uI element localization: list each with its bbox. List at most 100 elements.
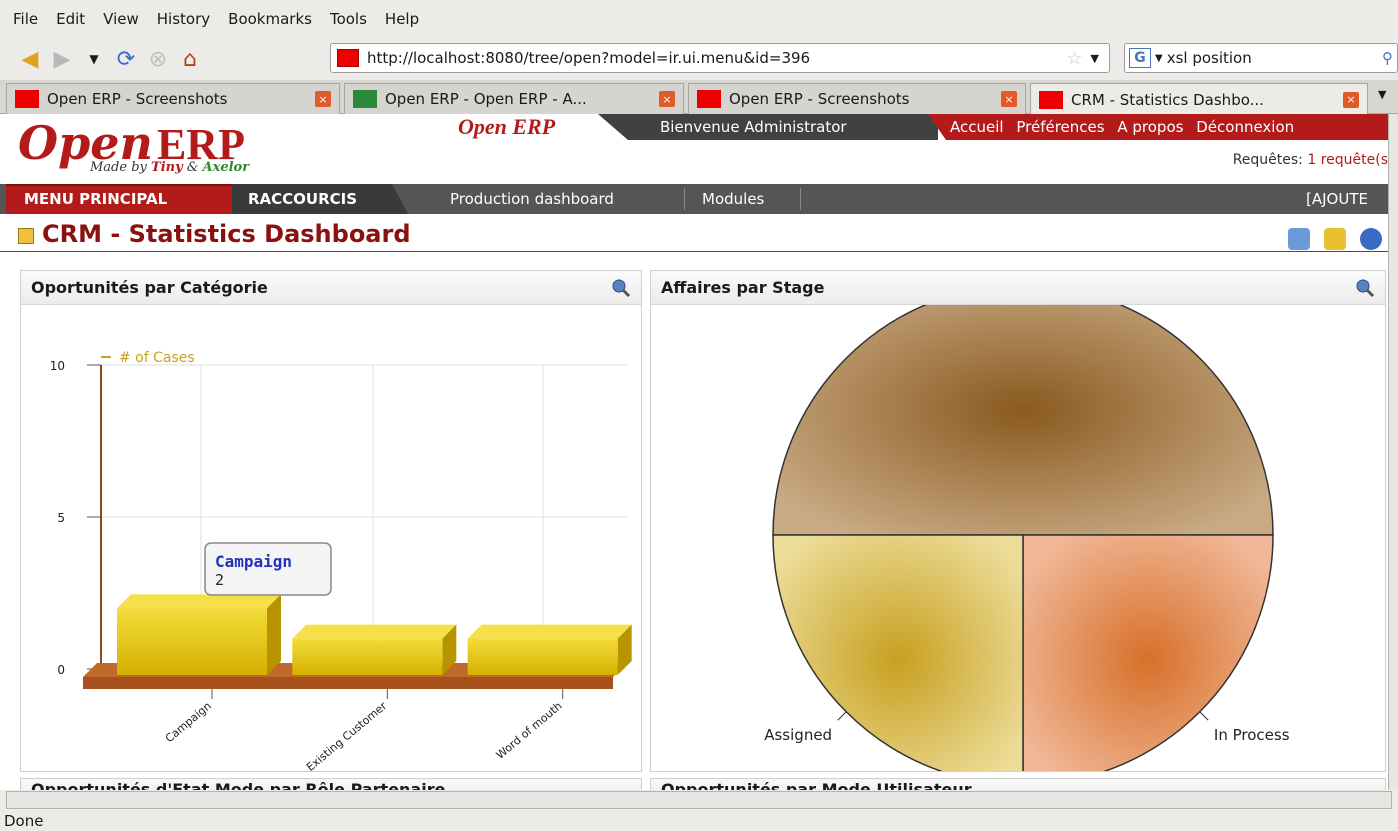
- panel-opportunities-by-category: Oportunités par Catégorie 0 5 10 # of Cases…: [20, 270, 642, 774]
- zoom-icon[interactable]: [1355, 278, 1375, 298]
- requests-label: Requêtes:: [1232, 152, 1308, 168]
- menu-divider: [800, 188, 801, 210]
- requests-info: Requêtes: 1 requête(s: [1233, 152, 1388, 168]
- zoom-icon[interactable]: [611, 278, 631, 298]
- bar: [292, 638, 443, 675]
- search-box[interactable]: G ▼ xsl position ⚲: [1124, 43, 1398, 73]
- menu-history[interactable]: History: [148, 10, 219, 28]
- panel-title: Opportunités par Mode Utilisateur: [661, 780, 972, 790]
- tab-label: CRM - Statistics Dashbo...: [1071, 90, 1264, 109]
- warning-icon[interactable]: [1324, 228, 1346, 250]
- search-engine-dropdown-icon[interactable]: ▼: [1155, 53, 1163, 64]
- chart-base-front: [83, 677, 613, 689]
- tab-close-icon[interactable]: ×: [315, 91, 331, 107]
- horizontal-scrollbar[interactable]: [6, 791, 1392, 809]
- url-dropdown-icon[interactable]: ▼: [1091, 52, 1099, 65]
- title-actions: [1288, 228, 1382, 250]
- chart-tooltip: Campaign2: [204, 542, 332, 596]
- openerp-header: OpenERP Made by Tiny & Axelor Open ERP B…: [0, 114, 1388, 182]
- panel-header: Affaires par Stage: [651, 271, 1385, 305]
- url-text[interactable]: http://localhost:8080/tree/open?model=ir…: [367, 49, 1066, 67]
- panel-bottom-left: Opportunités d'Etat Mode par Rôle Parten…: [20, 778, 642, 790]
- menu-edit[interactable]: Edit: [47, 10, 94, 28]
- bookmark-star-icon[interactable]: ☆: [1066, 48, 1082, 69]
- x-tick-label: Word of mouth: [494, 699, 565, 761]
- panel-bottom-right: Opportunités par Mode Utilisateur: [650, 778, 1386, 790]
- panel-header: Oportunités par Catégorie: [21, 271, 641, 305]
- top-links: Accueil Préférences A propos Déconnexion: [950, 114, 1302, 140]
- pie-label: Assigned: [764, 726, 832, 744]
- tab-4-active[interactable]: CRM - Statistics Dashbo... ×: [1030, 83, 1368, 115]
- add-shortcut-link[interactable]: [AJOUTE: [1306, 184, 1368, 214]
- link-accueil[interactable]: Accueil: [950, 118, 1004, 136]
- tab-label: Open ERP - Screenshots: [729, 90, 910, 108]
- pie-label: In Process: [1214, 726, 1290, 744]
- search-input[interactable]: xsl position: [1167, 49, 1252, 67]
- shortcut-production-dashboard[interactable]: Production dashboard: [450, 184, 614, 214]
- tab-2[interactable]: Open ERP - Open ERP - A... ×: [344, 83, 684, 114]
- openerp-logo[interactable]: OpenERP Made by Tiny & Axelor: [18, 116, 249, 175]
- menu-divider: [684, 188, 685, 210]
- bar-side: [267, 594, 281, 675]
- pie-chart: NewIn ProcessAssigned: [764, 247, 1290, 786]
- panel-header: Opportunités par Mode Utilisateur: [651, 779, 1385, 790]
- tab-list-icon[interactable]: ▼: [1378, 88, 1386, 101]
- tab-favicon-icon: [353, 90, 377, 108]
- menu-bookmarks[interactable]: Bookmarks: [219, 10, 321, 28]
- tab-1[interactable]: Open ERP - Screenshots ×: [6, 83, 340, 114]
- pie-slice: [772, 284, 1274, 536]
- main-menu-bar: MENU PRINCIPAL RACCOURCIS Production das…: [0, 184, 1388, 214]
- site-favicon-icon: [337, 49, 359, 67]
- search-icon[interactable]: ⚲: [1382, 49, 1393, 67]
- search-engine-icon[interactable]: G: [1129, 48, 1151, 68]
- back-icon[interactable]: ◀: [14, 44, 46, 74]
- tooltip-value: 2: [215, 571, 224, 589]
- tab-close-icon[interactable]: ×: [1001, 91, 1017, 107]
- edit-note-icon: [18, 228, 34, 244]
- help-icon[interactable]: [1360, 228, 1382, 250]
- bar: [117, 608, 267, 675]
- forward-icon[interactable]: ▶: [46, 44, 78, 74]
- panel-title: Oportunités par Catégorie: [31, 278, 268, 297]
- bar-chart: 0 5 10 # of Cases Campaign Existing Customer W…: [50, 350, 632, 774]
- menu-file[interactable]: File: [4, 10, 47, 28]
- shortcuts-label[interactable]: RACCOURCIS: [248, 184, 357, 214]
- menu-tools[interactable]: Tools: [321, 10, 376, 28]
- tab-label: Open ERP - Open ERP - A...: [385, 90, 587, 108]
- panel-title: Affaires par Stage: [661, 278, 825, 297]
- tab-3[interactable]: Open ERP - Screenshots ×: [688, 83, 1026, 114]
- pie-label-tick: [1199, 711, 1209, 721]
- menu-view[interactable]: View: [94, 10, 148, 28]
- small-logo: Open ERP: [458, 114, 556, 139]
- navigation-toolbar: ◀ ▶ ▼ ⟳ ⊗ ⌂ http://localhost:8080/tree/o…: [0, 38, 1398, 80]
- y-tick-label: 10: [50, 359, 65, 373]
- welcome-text: Bienvenue Administrator: [660, 118, 847, 136]
- reload-icon[interactable]: ⟳: [110, 44, 142, 74]
- shortcut-modules[interactable]: Modules: [702, 184, 764, 214]
- link-a-propos[interactable]: A propos: [1117, 118, 1183, 136]
- address-bar[interactable]: http://localhost:8080/tree/open?model=ir…: [330, 43, 1110, 73]
- pie-label-tick: [837, 711, 847, 721]
- link-deconnexion[interactable]: Déconnexion: [1196, 118, 1294, 136]
- screen-icon[interactable]: [1288, 228, 1310, 250]
- logo-tagline: Made by Tiny & Axelor: [90, 160, 250, 175]
- link-preferences[interactable]: Préférences: [1016, 118, 1104, 136]
- main-menu-link[interactable]: MENU PRINCIPAL: [24, 184, 167, 214]
- tab-label: Open ERP - Screenshots: [47, 90, 228, 108]
- menu-help[interactable]: Help: [376, 10, 428, 28]
- page-content: OpenERP Made by Tiny & Axelor Open ERP B…: [0, 114, 1388, 790]
- tooltip-label: Campaign: [215, 552, 292, 571]
- panel-header: Opportunités d'Etat Mode par Rôle Parten…: [21, 779, 641, 790]
- stop-icon[interactable]: ⊗: [142, 44, 174, 74]
- requests-link[interactable]: 1 requête(s: [1307, 152, 1388, 168]
- page-title: CRM - Statistics Dashboard: [42, 220, 411, 248]
- panel-title: Opportunités d'Etat Mode par Rôle Parten…: [31, 780, 446, 790]
- tab-favicon-icon: [697, 90, 721, 108]
- tab-close-icon[interactable]: ×: [1343, 91, 1359, 108]
- history-dropdown-icon[interactable]: ▼: [78, 44, 110, 74]
- y-tick-label: 0: [57, 663, 65, 677]
- x-tick-label: Existing Customer: [304, 699, 390, 771]
- home-icon[interactable]: ⌂: [174, 44, 206, 74]
- vertical-scrollbar[interactable]: [1388, 114, 1398, 790]
- tab-close-icon[interactable]: ×: [659, 91, 675, 107]
